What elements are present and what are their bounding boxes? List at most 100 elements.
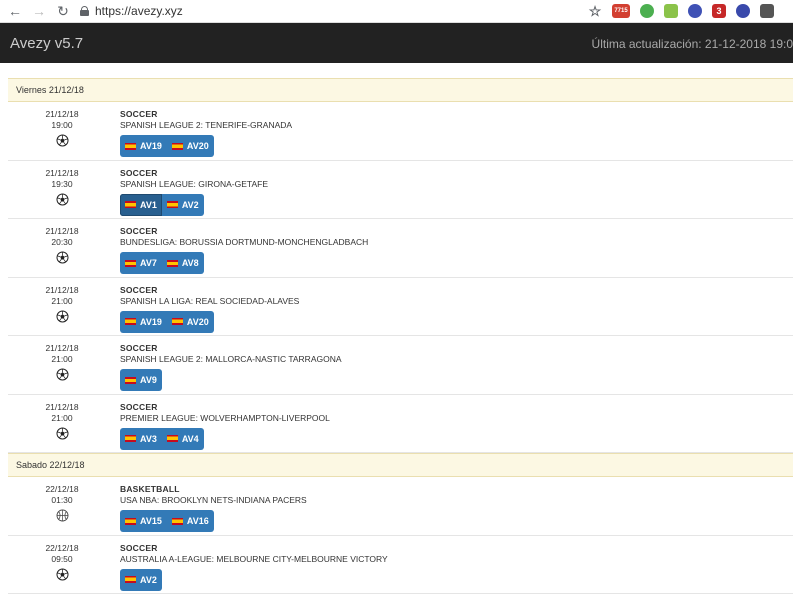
event-match: AUSTRALIA A-LEAGUE: MELBOURNE CITY-MELBO… — [120, 554, 388, 564]
stream-button[interactable]: AV3 — [120, 428, 162, 450]
event-time: 19:00 — [28, 120, 96, 131]
stream-button-group: AV7 AV8 — [120, 252, 204, 274]
event-datetime: 21/12/18 21:00 — [28, 402, 96, 440]
browser-toolbar: ← → ↻ https://avezy.xyz ☆ 7715 3 — [0, 0, 793, 23]
event-row: 21/12/18 21:00 SOCCER SPANISH LEAGUE 2: … — [8, 336, 793, 395]
stream-button[interactable]: AV7 — [120, 252, 162, 274]
gmail-icon[interactable]: 7715 — [612, 4, 630, 18]
stream-button-group: AV19 AV20 — [120, 311, 214, 333]
stream-button-group: AV2 — [120, 569, 162, 591]
event-date: 22/12/18 — [28, 484, 96, 495]
event-datetime: 21/12/18 19:30 — [28, 168, 96, 206]
spain-flag-icon — [172, 143, 183, 150]
spain-flag-icon — [172, 318, 183, 325]
event-row: 21/12/18 19:30 SOCCER SPANISH LEAGUE: GI… — [8, 161, 793, 220]
event-sport: BASKETBALL — [120, 484, 307, 494]
basketball-icon — [56, 509, 69, 522]
address-bar[interactable]: https://avezy.xyz — [80, 2, 183, 20]
soccer-ball-icon — [56, 193, 69, 206]
event-sport: SOCCER — [120, 168, 268, 178]
event-row: 22/12/18 01:30 BASKETBALL USA NBA: BROOK… — [8, 477, 793, 536]
stream-button-group: AV15 AV16 — [120, 510, 214, 532]
event-info: SOCCER AUSTRALIA A-LEAGUE: MELBOURNE CIT… — [120, 543, 388, 591]
event-sport: SOCCER — [120, 285, 299, 295]
spain-flag-icon — [125, 143, 136, 150]
chrome-extension-icon[interactable] — [640, 4, 654, 18]
stream-button[interactable]: AV15 — [120, 510, 167, 532]
stream-button-group: AV1 AV2 — [120, 194, 204, 216]
soccer-ball-icon — [56, 427, 69, 440]
day-header: Viernes 21/12/18 — [8, 78, 793, 102]
triangle-extension-icon[interactable] — [736, 4, 750, 18]
event-date: 21/12/18 — [28, 343, 96, 354]
event-info: SOCCER PREMIER LEAGUE: WOLVERHAMPTON-LIV… — [120, 402, 330, 450]
app-brand[interactable]: Avezy v5.7 — [10, 35, 83, 52]
stream-button[interactable]: AV8 — [162, 252, 204, 274]
stream-button[interactable]: AV16 — [167, 510, 214, 532]
stream-button[interactable]: AV20 — [167, 311, 214, 333]
sync-extension-icon[interactable] — [688, 4, 702, 18]
bookmark-star-icon[interactable]: ☆ — [588, 4, 602, 18]
stream-button[interactable]: AV20 — [167, 135, 214, 157]
spain-flag-icon — [172, 518, 183, 525]
spain-flag-icon — [167, 435, 178, 442]
soccer-ball-icon — [56, 568, 69, 581]
spain-flag-icon — [125, 576, 136, 583]
event-row: 21/12/18 21:00 SOCCER SPANISH LA LIGA: R… — [8, 278, 793, 337]
vpn-extension-icon[interactable]: 3 — [712, 4, 726, 18]
soccer-ball-icon — [56, 251, 69, 264]
stream-button-group: AV9 — [120, 369, 162, 391]
url-text: https://avezy.xyz — [95, 4, 183, 18]
event-sport: SOCCER — [120, 226, 368, 236]
stream-button[interactable]: AV1 — [120, 194, 162, 216]
event-sport: SOCCER — [120, 543, 388, 553]
event-match: SPANISH LEAGUE 2: TENERIFE-GRANADA — [120, 120, 292, 130]
spain-flag-icon — [125, 518, 136, 525]
event-sport: SOCCER — [120, 109, 292, 119]
soccer-ball-icon — [56, 310, 69, 323]
stream-button[interactable]: AV2 — [120, 569, 162, 591]
event-datetime: 21/12/18 19:00 — [28, 109, 96, 147]
spain-flag-icon — [125, 260, 136, 267]
event-date: 21/12/18 — [28, 285, 96, 296]
reload-icon[interactable]: ↻ — [54, 2, 72, 20]
day-header: Sabado 22/12/18 — [8, 453, 793, 477]
event-sport: SOCCER — [120, 343, 342, 353]
spain-flag-icon — [125, 201, 136, 208]
extensions-area: ☆ 7715 3 — [588, 3, 784, 19]
stream-button[interactable]: AV4 — [162, 428, 204, 450]
stream-button[interactable]: AV19 — [120, 135, 167, 157]
cup-extension-icon[interactable] — [664, 4, 678, 18]
event-match: SPANISH LEAGUE 2: MALLORCA-NASTIC TARRAG… — [120, 354, 342, 364]
event-time: 21:00 — [28, 354, 96, 365]
stream-button[interactable]: AV9 — [120, 369, 162, 391]
home-extension-icon[interactable] — [760, 4, 774, 18]
event-datetime: 21/12/18 21:00 — [28, 343, 96, 381]
event-row: 21/12/18 21:00 SOCCER PREMIER LEAGUE: WO… — [8, 395, 793, 454]
spain-flag-icon — [125, 318, 136, 325]
event-match: SPANISH LEAGUE: GIRONA-GETAFE — [120, 179, 268, 189]
event-match: SPANISH LA LIGA: REAL SOCIEDAD-ALAVES — [120, 296, 299, 306]
lock-icon — [80, 6, 89, 16]
soccer-ball-icon — [56, 134, 69, 147]
event-info: SOCCER SPANISH LA LIGA: REAL SOCIEDAD-AL… — [120, 285, 299, 333]
stream-button[interactable]: AV19 — [120, 311, 167, 333]
event-time: 20:30 — [28, 237, 96, 248]
event-datetime: 22/12/18 09:50 — [28, 543, 96, 581]
event-row: 22/12/18 09:50 SOCCER AUSTRALIA A-LEAGUE… — [8, 536, 793, 594]
schedule-list: Viernes 21/12/18 21/12/18 19:00 SOCCER S… — [8, 78, 793, 594]
back-arrow-icon[interactable]: ← — [6, 2, 24, 20]
event-time: 09:50 — [28, 554, 96, 565]
stream-button[interactable]: AV2 — [162, 194, 204, 216]
spain-flag-icon — [167, 260, 178, 267]
stream-button-group: AV19 AV20 — [120, 135, 214, 157]
event-info: BASKETBALL USA NBA: BROOKLYN NETS-INDIAN… — [120, 484, 307, 532]
event-date: 22/12/18 — [28, 543, 96, 554]
event-row: 21/12/18 20:30 SOCCER BUNDESLIGA: BORUSS… — [8, 219, 793, 278]
forward-arrow-icon[interactable]: → — [30, 2, 48, 20]
soccer-ball-icon — [56, 368, 69, 381]
event-datetime: 21/12/18 21:00 — [28, 285, 96, 323]
last-updated-text: Última actualización: 21-12-2018 19:0 — [592, 37, 793, 51]
app-header: Avezy v5.7 Última actualización: 21-12-2… — [0, 23, 793, 63]
event-datetime: 22/12/18 01:30 — [28, 484, 96, 522]
